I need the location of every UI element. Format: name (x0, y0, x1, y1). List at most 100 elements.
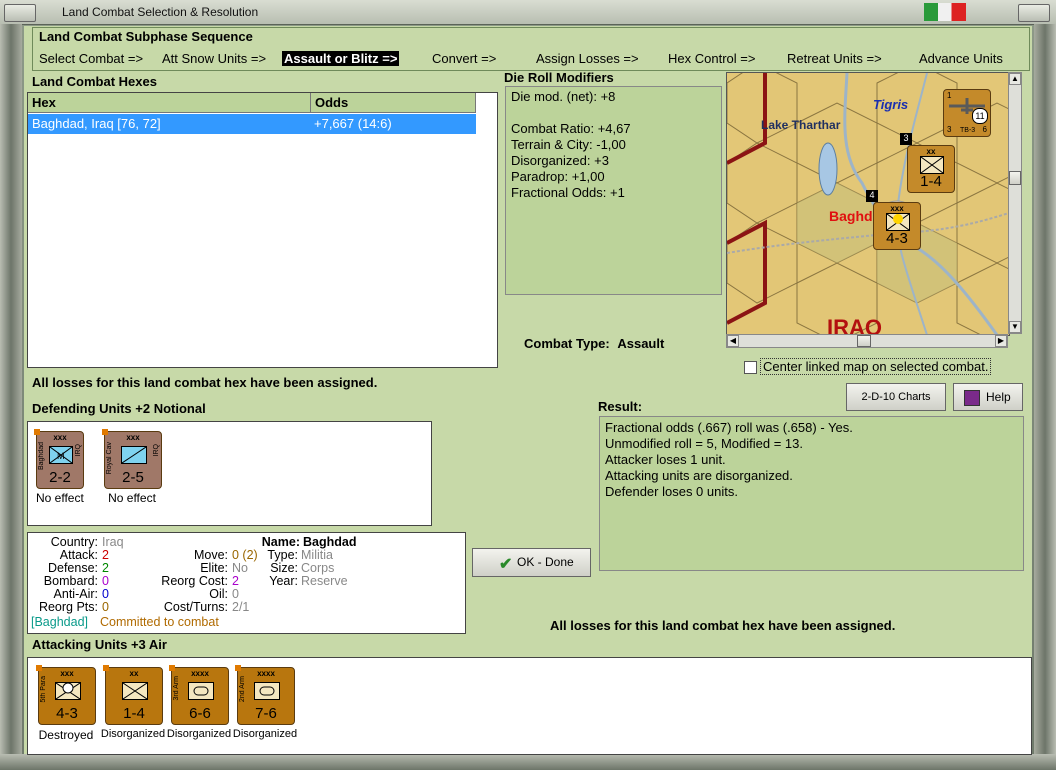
step-assault-or-blitz[interactable]: Assault or Blitz => (282, 51, 400, 66)
size-value: Corps (301, 561, 335, 575)
unit-size: xxx (890, 204, 904, 213)
cavalry-icon (121, 446, 147, 464)
map-unit-counter[interactable]: 3 xx 1-4 (900, 133, 955, 193)
losses-message: All losses for this land combat hex have… (32, 375, 378, 390)
step-att-snow-units[interactable]: Att Snow Units => (162, 51, 266, 66)
attack-label: Attack: (59, 548, 98, 562)
combat-type-label: Combat Type: (524, 336, 610, 351)
attacker-counter[interactable]: xxxx 2nd Arm 7-6 (235, 665, 295, 725)
modifier-line: Paradrop: +1,00 (511, 169, 605, 184)
attacker-counter[interactable]: xxx 5th Para 4-3 (36, 665, 96, 725)
help-book-icon (964, 390, 980, 406)
center-linked-map-checkbox[interactable] (744, 361, 757, 374)
scroll-thumb[interactable] (857, 335, 871, 347)
unit-name: 2nd Arm (239, 676, 246, 703)
modifier-line: Combat Ratio: +4,67 (511, 121, 631, 136)
step-retreat-units[interactable]: Retreat Units => (787, 51, 882, 66)
linked-map[interactable]: IRAQ Lake Tharthar Tigris Baghd 3 xx 1-4… (726, 72, 1010, 336)
unit-status: No effect (36, 491, 84, 505)
system-menu-button[interactable] (4, 4, 36, 22)
attacker-counter[interactable]: xx 1-4 (103, 665, 163, 725)
map-horizontal-scrollbar[interactable]: ◀ ▶ (726, 334, 1008, 348)
defending-units-panel: xxx Baghdad IRQ M 2-2 No effect xxx Roya… (27, 421, 432, 526)
modifiers-header: Die Roll Modifiers (504, 70, 614, 85)
step-hex-control[interactable]: Hex Control => (668, 51, 755, 66)
ok-done-button[interactable]: ✔ OK - Done (472, 548, 591, 577)
unit-strength: 2-2 (49, 469, 71, 486)
oil-value: 0 (232, 587, 239, 601)
step-convert[interactable]: Convert => (432, 51, 496, 66)
unit-name: 5th Para (40, 676, 47, 703)
unit-status: Disorganized (232, 728, 298, 740)
unit-name: 3rd Arm (173, 676, 180, 701)
scroll-up-arrow-icon[interactable]: ▲ (1009, 73, 1021, 85)
charts-button[interactable]: 2-D-10 Charts (846, 383, 946, 411)
reorg-pts-value: 0 (102, 600, 109, 614)
name-label: Name: (261, 535, 300, 549)
window-title: Land Combat Selection & Resolution (62, 5, 259, 19)
reorg-cost-label: Reorg Cost: (161, 574, 228, 588)
map-label-lake: Lake Tharthar (761, 118, 841, 132)
scroll-thumb[interactable] (1009, 171, 1021, 185)
unit-size: xxxx (191, 669, 209, 678)
scroll-down-arrow-icon[interactable]: ▼ (1009, 321, 1021, 333)
scroll-left-arrow-icon[interactable]: ◀ (727, 335, 739, 347)
defender-counter[interactable]: xxx Baghdad IRQ M 2-2 (34, 429, 84, 489)
close-button[interactable] (1018, 4, 1050, 22)
unit-strength: 2-5 (122, 469, 144, 486)
center-linked-map-label[interactable]: Center linked map on selected combat. (760, 358, 992, 375)
unit-status: Disorganized (166, 728, 232, 740)
help-button-label: Help (986, 390, 1011, 404)
frame-bottom-border (0, 754, 1056, 770)
scroll-right-arrow-icon[interactable]: ▶ (995, 335, 1007, 347)
combat-type-value: Assault (617, 336, 665, 351)
infantry-icon (122, 682, 148, 700)
nation-flag-icon (924, 3, 966, 21)
hexes-header: Land Combat Hexes (32, 74, 157, 89)
unit-strength: 1-4 (920, 173, 942, 190)
ok-button-label: OK - Done (517, 555, 574, 569)
paratrooper-icon (886, 213, 910, 231)
attacker-counter[interactable]: xxxx 3rd Arm 6-6 (169, 665, 229, 725)
table-row[interactable]: Baghdad, Iraq [76, 72] +7,667 (14:6) (28, 114, 476, 134)
hexes-grid[interactable]: Hex Odds Baghdad, Iraq [76, 72] +7,667 (… (27, 92, 498, 368)
unit-status: Destroyed (38, 728, 94, 742)
help-button[interactable]: Help (953, 383, 1023, 411)
infantry-icon (920, 156, 944, 174)
map-unit-counter[interactable]: 4 xxx 4-3 (866, 190, 921, 250)
unit-status: Disorganized (100, 728, 166, 740)
air-unit-type: TB-3 (960, 127, 976, 134)
column-header-odds[interactable]: Odds (311, 93, 476, 113)
modifier-line: Die mod. (net): +8 (511, 89, 616, 104)
map-vertical-scrollbar[interactable]: ▲ ▼ (1008, 72, 1022, 334)
defender-counter[interactable]: xxx Royal Cav IRQ 2-5 (102, 429, 162, 489)
modifier-line: Terrain & City: -1,00 (511, 137, 626, 152)
step-advance-units[interactable]: Advance Units (919, 51, 1003, 66)
svg-text:M: M (57, 451, 65, 461)
stack-count: 3 (900, 133, 912, 145)
frame-left-border (0, 24, 22, 770)
armor-icon (188, 682, 214, 700)
year-value: Reserve (301, 574, 348, 588)
step-select-combat[interactable]: Select Combat => (39, 51, 143, 66)
type-label: Type: (267, 548, 298, 562)
result-box: Fractional odds (.667) roll was (.658) -… (599, 416, 1024, 571)
map-label-city: Baghd (829, 208, 873, 224)
result-line: Defender loses 0 units. (605, 484, 738, 499)
stack-count: 4 (866, 190, 878, 202)
antiair-value: 0 (102, 587, 109, 601)
unit-strength: 1-4 (123, 705, 145, 722)
name-value: Baghdad (303, 535, 357, 549)
frame-right-border (1034, 24, 1056, 770)
type-value: Militia (301, 548, 333, 562)
unit-status-value: Committed to combat (100, 615, 219, 629)
step-assign-losses[interactable]: Assign Losses => (536, 51, 639, 66)
modifier-line: Fractional Odds: +1 (511, 185, 625, 200)
combat-type: Combat Type: Assault (524, 336, 664, 351)
unit-size: xxx (53, 433, 67, 442)
year-label: Year: (269, 574, 298, 588)
checkmark-icon: ✔ (499, 556, 513, 573)
column-header-hex[interactable]: Hex (28, 93, 311, 113)
map-air-unit-counter[interactable]: 1 11 3 TB-3 6 (943, 89, 991, 137)
air-unit-value: 11 (972, 108, 988, 124)
